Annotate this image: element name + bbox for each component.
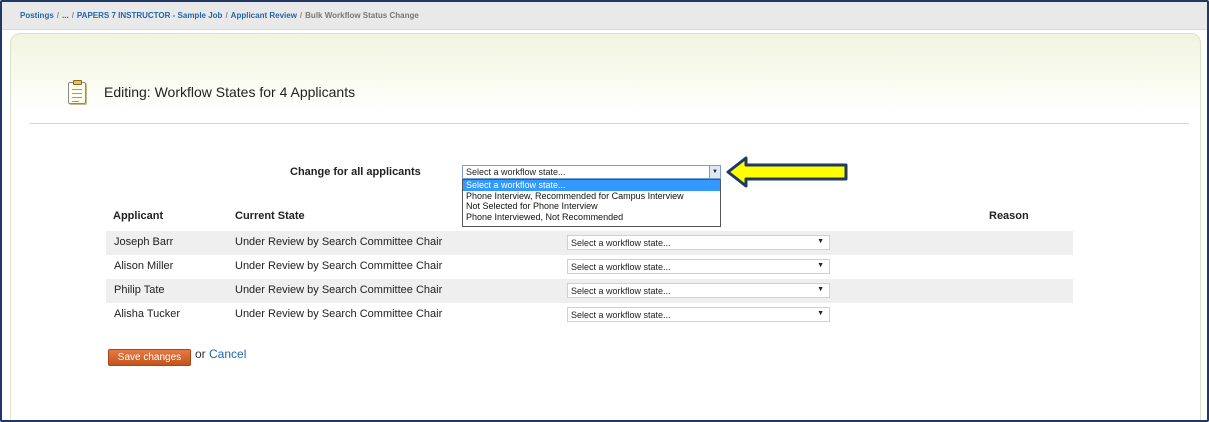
applicant-name: Joseph Barr (114, 236, 174, 248)
dropdown-option[interactable]: Phone Interview, Recommended for Campus … (463, 191, 720, 202)
workflow-state-select[interactable]: Select a workflow state... ▼ (567, 235, 830, 250)
breadcrumb-postings[interactable]: Postings (20, 11, 54, 20)
app-frame: Postings /... / PAPERS 7 INSTRUCTOR - Sampl… (0, 0, 1209, 422)
table-row: Philip Tate Under Review by Search Commi… (106, 279, 1073, 303)
breadcrumb-separator: / (71, 11, 74, 20)
breadcrumb-ellipsis[interactable]: ... (62, 11, 69, 20)
workflow-state-select-value: Select a workflow state... (571, 286, 671, 296)
column-header-applicant: Applicant (113, 210, 164, 222)
applicant-name: Alison Miller (114, 260, 174, 272)
column-header-reason: Reason (989, 210, 1029, 222)
current-state: Under Review by Search Committee Chair (235, 308, 443, 320)
page-title: Editing: Workflow States for 4 Applicant… (104, 84, 356, 100)
change-all-select[interactable]: Select a workflow state... ▼ (462, 165, 721, 179)
save-changes-button[interactable]: Save changes (108, 349, 191, 366)
breadcrumb-current: Bulk Workflow Status Change (305, 11, 419, 20)
workflow-state-dropdown-list: Select a workflow state... Phone Intervi… (462, 179, 721, 227)
chevron-down-icon[interactable]: ▼ (709, 166, 720, 178)
table-row: Alison Miller Under Review by Search Com… (106, 255, 1073, 279)
dropdown-option[interactable]: Select a workflow state... (463, 180, 720, 191)
workflow-state-select[interactable]: Select a workflow state... ▼ (567, 259, 830, 274)
applicant-name: Philip Tate (114, 284, 165, 296)
change-all-select-value: Select a workflow state... (466, 167, 566, 177)
current-state: Under Review by Search Committee Chair (235, 284, 443, 296)
workflow-state-select[interactable]: Select a workflow state... ▼ (567, 307, 830, 322)
breadcrumb: Postings /... / PAPERS 7 INSTRUCTOR - Sampl… (2, 2, 1207, 30)
workflow-state-select-value: Select a workflow state... (571, 262, 671, 272)
workflow-state-select-value: Select a workflow state... (571, 310, 671, 320)
column-header-current-state: Current State (235, 210, 305, 222)
chevron-down-icon: ▼ (817, 310, 824, 317)
breadcrumb-separator: / (225, 11, 228, 20)
arrow-left-icon (726, 156, 848, 188)
breadcrumb-separator: / (56, 11, 60, 20)
or-text: or (195, 347, 206, 361)
change-all-label: Change for all applicants (290, 166, 421, 178)
breadcrumb-posting[interactable]: PAPERS 7 INSTRUCTOR - Sample Job (77, 11, 223, 20)
table-row: Alisha Tucker Under Review by Search Com… (106, 303, 1073, 327)
dropdown-option[interactable]: Not Selected for Phone Interview (463, 201, 720, 212)
current-state: Under Review by Search Committee Chair (235, 260, 443, 272)
current-state: Under Review by Search Committee Chair (235, 236, 443, 248)
chevron-down-icon: ▼ (817, 286, 824, 293)
cancel-link[interactable]: Cancel (209, 347, 246, 361)
breadcrumb-applicant-review[interactable]: Applicant Review (231, 11, 297, 20)
workflow-state-select[interactable]: Select a workflow state... ▼ (567, 283, 830, 298)
title-divider (30, 123, 1189, 124)
dropdown-option[interactable]: Phone Interviewed, Not Recommended (463, 212, 720, 223)
or-cancel: or Cancel (195, 347, 246, 361)
table-row: Joseph Barr Under Review by Search Commi… (106, 231, 1073, 255)
chevron-down-icon: ▼ (817, 262, 824, 269)
applicant-name: Alisha Tucker (114, 308, 181, 320)
breadcrumb-separator: / (299, 11, 303, 20)
applicant-table: Joseph Barr Under Review by Search Commi… (106, 231, 1073, 327)
notepad-icon (68, 80, 86, 104)
chevron-down-icon: ▼ (817, 238, 824, 245)
workflow-state-select-value: Select a workflow state... (571, 238, 671, 248)
